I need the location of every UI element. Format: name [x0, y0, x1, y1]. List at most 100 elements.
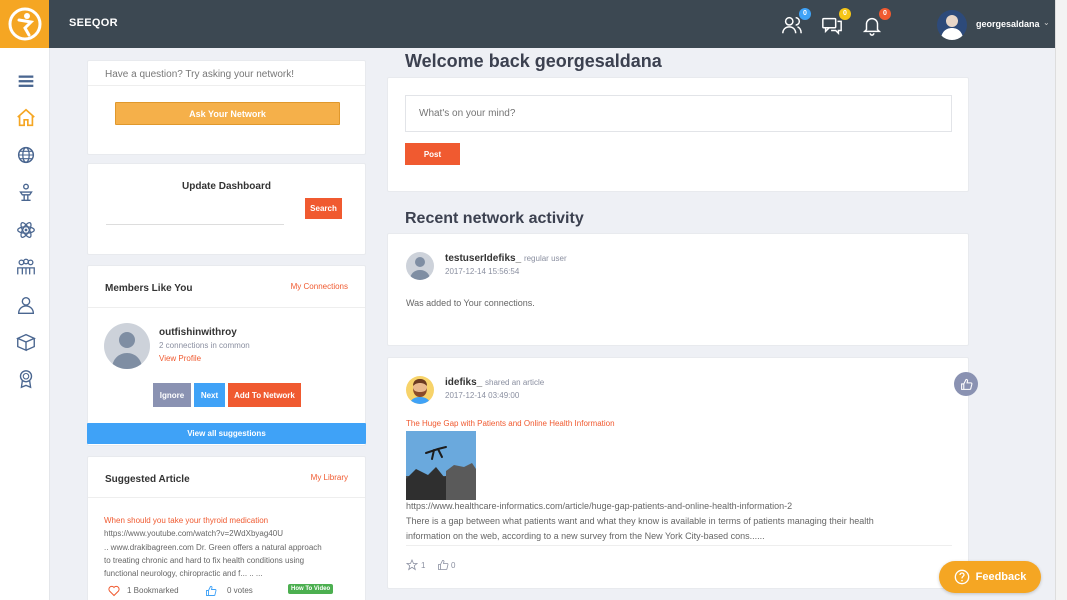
how-to-video-tag: How To Video: [288, 584, 334, 594]
feedback-label: Feedback: [975, 571, 1027, 583]
article-thumbnail[interactable]: [406, 431, 476, 500]
sidebar-item-group[interactable]: [15, 256, 37, 278]
heart-icon[interactable]: [108, 585, 120, 597]
box-icon: [16, 333, 36, 352]
sidebar-item-podium[interactable]: [15, 182, 37, 204]
activity-header: idefiks_ shared an article: [445, 377, 544, 388]
article-link[interactable]: The Huge Gap with Patients and Online He…: [406, 419, 615, 428]
bearded-man-icon: [410, 379, 430, 404]
star-icon[interactable]: [406, 559, 418, 571]
post-card: Post: [387, 77, 969, 192]
activity-header: testuserIdefiks_ regular user: [445, 253, 567, 264]
logo[interactable]: [0, 0, 49, 48]
home-icon: [17, 108, 35, 127]
cliff-jump-image: [406, 431, 476, 500]
divider: [88, 85, 365, 86]
divider: [88, 307, 365, 308]
like-count: 0: [451, 561, 456, 570]
sidebar-item-home[interactable]: [15, 107, 37, 129]
activity-action: shared an article: [485, 378, 545, 387]
activity-user[interactable]: testuserIdefiks_: [445, 253, 521, 264]
activity-text: Was added to Your connections.: [406, 298, 535, 308]
user-badge-icon: [17, 296, 35, 314]
search-button[interactable]: Search: [305, 198, 342, 219]
brand-name[interactable]: SEEQOR: [69, 17, 118, 29]
welcome-title: Welcome back georgesaldana: [405, 51, 662, 71]
suggested-desc-line-3: functional neurology, chiropractic and f…: [104, 569, 263, 578]
dashboard-search-input[interactable]: [106, 224, 284, 225]
ask-network-button[interactable]: Ask Your Network: [115, 102, 340, 125]
view-profile-link[interactable]: View Profile: [159, 354, 201, 363]
award-icon: [19, 370, 33, 389]
sidebar-item-menu[interactable]: [15, 70, 37, 92]
my-connections-link[interactable]: My Connections: [291, 282, 348, 291]
sidebar-item-atom[interactable]: [15, 219, 37, 241]
activity-item: idefiks_ shared an article 2017-12-14 03…: [387, 357, 978, 589]
sidebar-item-profile[interactable]: [15, 294, 37, 316]
dashboard-title: Update Dashboard: [182, 181, 271, 192]
divider: [88, 497, 365, 498]
notifications-badge: 0: [879, 8, 891, 20]
activity-time: 2017-12-14 15:56:54: [445, 267, 520, 276]
menu-icon: [18, 75, 34, 87]
member-avatar[interactable]: [104, 323, 150, 369]
suggested-desc-line-1: .. www.drakibagreen.com Dr. Green offers…: [104, 543, 322, 552]
atom-icon: [17, 222, 35, 238]
activity-avatar[interactable]: [406, 376, 434, 404]
top-bar: SEEQOR 0 0 0 georgesaldana ⌄: [0, 0, 1067, 48]
divider: [406, 545, 952, 546]
sidebar-item-award[interactable]: [15, 368, 37, 390]
article-desc-line-2: information on the web, according to a n…: [406, 531, 765, 541]
chevron-down-icon[interactable]: ⌄: [1043, 18, 1050, 27]
sidebar: [0, 48, 50, 600]
person-icon: [112, 332, 142, 369]
activity-item: testuserIdefiks_ regular user 2017-12-14…: [387, 233, 969, 346]
connections-button[interactable]: 0: [781, 8, 811, 36]
add-to-network-button[interactable]: Add To Network: [228, 383, 301, 407]
my-library-link[interactable]: My Library: [311, 473, 348, 482]
activity-time: 2017-12-14 03:49:00: [445, 391, 520, 400]
suggested-article-link[interactable]: When should you take your thyroid medica…: [104, 516, 268, 525]
post-input[interactable]: [405, 95, 952, 132]
username[interactable]: georgesaldana: [976, 19, 1040, 29]
ask-card: Have a question? Try asking your network…: [87, 60, 366, 155]
ignore-button[interactable]: Ignore: [153, 383, 191, 407]
members-title: Members Like You: [105, 283, 193, 294]
messages-button[interactable]: 0: [821, 8, 851, 36]
activity-role: regular user: [523, 254, 567, 263]
messages-badge: 0: [839, 8, 851, 20]
ask-prompt: Have a question? Try asking your network…: [105, 69, 294, 80]
article-url: https://www.healthcare-informatics.com/a…: [406, 501, 793, 511]
group-icon: [17, 258, 35, 275]
activity-user[interactable]: idefiks_: [445, 377, 482, 388]
dashboard-card: Update Dashboard Search: [87, 163, 366, 255]
like-button[interactable]: [954, 372, 978, 396]
suggested-desc-line-2: to treating chronic and hard to fix heal…: [104, 556, 305, 565]
notifications-button[interactable]: 0: [861, 8, 891, 36]
globe-icon: [17, 146, 35, 164]
post-button[interactable]: Post: [405, 143, 460, 165]
thumbs-up-icon: [960, 378, 972, 390]
user-avatar[interactable]: [937, 10, 967, 40]
thumbs-up-icon[interactable]: [437, 559, 449, 571]
star-count: 1: [421, 561, 426, 570]
sidebar-item-globe[interactable]: [15, 144, 37, 166]
sidebar-item-box[interactable]: [15, 331, 37, 353]
members-card: Members Like You My Connections outfishi…: [87, 265, 366, 446]
next-button[interactable]: Next: [194, 383, 225, 407]
bookmark-count: 1 Bookmarked: [127, 586, 179, 595]
suggested-article-url: https://www.youtube.com/watch?v=2WdXbyag…: [104, 529, 283, 538]
connections-badge: 0: [799, 8, 811, 20]
member-name[interactable]: outfishinwithroy: [159, 327, 237, 338]
vote-count: 0 votes: [227, 586, 253, 595]
feedback-button[interactable]: Feedback: [939, 561, 1041, 593]
view-all-suggestions-button[interactable]: View all suggestions: [87, 423, 366, 444]
logo-icon: [8, 7, 41, 41]
thumbs-up-icon[interactable]: [205, 585, 217, 597]
activity-avatar[interactable]: [406, 252, 434, 280]
suggested-title: Suggested Article: [105, 474, 190, 485]
member-common: 2 connections in common: [159, 341, 250, 350]
question-circle-icon: [954, 569, 969, 585]
scrollbar[interactable]: [1055, 0, 1067, 600]
podium-icon: [19, 183, 33, 202]
